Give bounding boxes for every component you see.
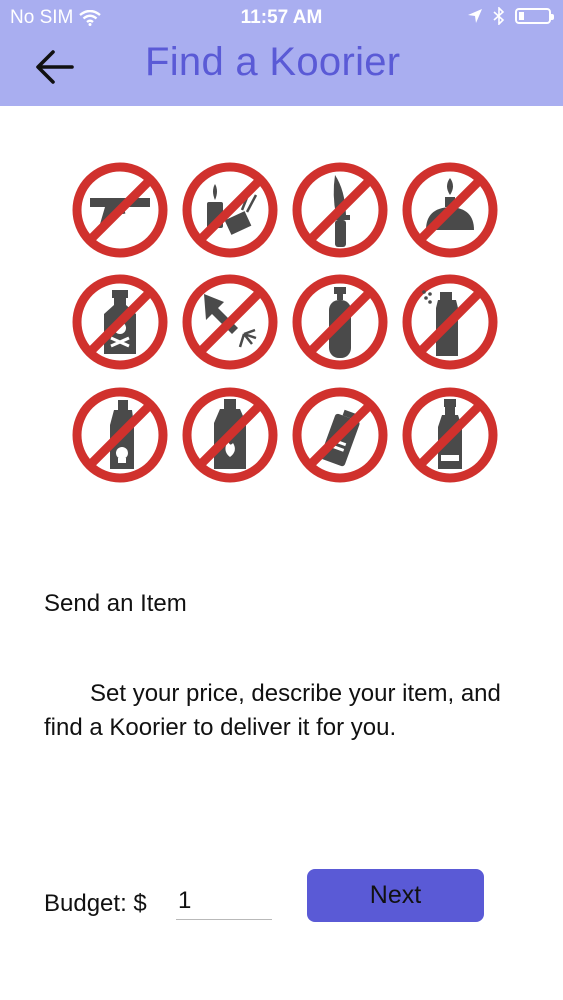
next-button[interactable]: Next [307, 869, 484, 922]
prohibited-firework-icon [180, 272, 280, 372]
prohibited-lighter-icon [180, 160, 280, 260]
section-heading: Send an Item [44, 590, 187, 617]
prohibited-items-grid [70, 160, 500, 485]
bluetooth-icon [493, 7, 505, 25]
status-bar: No SIM 11:57 AM [0, 0, 563, 36]
prohibited-toxic-bottle-icon [70, 385, 170, 485]
prohibited-gun-icon [70, 160, 170, 260]
prohibited-acid-bottle-icon [400, 385, 500, 485]
prohibited-stove-icon [400, 160, 500, 260]
prohibited-battery-icon [290, 385, 390, 485]
budget-label: Budget: $ [44, 890, 147, 917]
prohibited-poison-icon [70, 272, 170, 372]
budget-input[interactable] [176, 882, 272, 920]
prohibited-gas-cylinder-icon [290, 272, 390, 372]
app-header: No SIM 11:57 AM Find a Koorier [0, 0, 563, 106]
back-button[interactable] [34, 48, 76, 86]
prohibited-knife-icon [290, 160, 390, 260]
back-arrow-icon [36, 50, 74, 84]
prohibited-aerosol-icon [400, 272, 500, 372]
prohibited-flammable-liquid-icon [180, 385, 280, 485]
battery-icon [515, 8, 554, 24]
location-arrow-icon [468, 9, 482, 23]
description-text: Set your price, describe your item, and … [44, 680, 501, 741]
status-right [467, 7, 554, 25]
page-title: Find a Koorier [145, 40, 401, 84]
